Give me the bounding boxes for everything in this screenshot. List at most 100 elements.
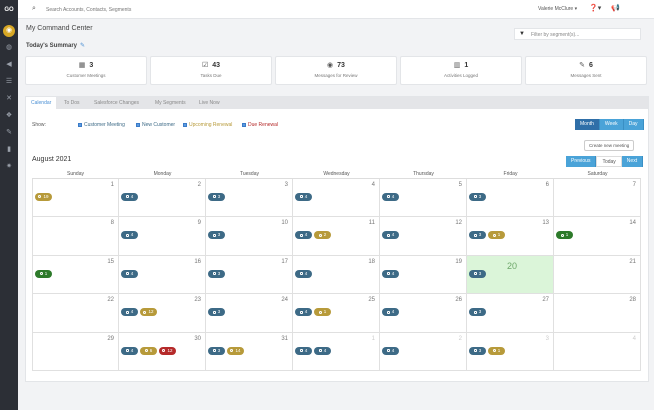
legend-item[interactable]: Due Renewal <box>242 122 278 128</box>
event-badge-meet[interactable]: 4 <box>121 269 138 278</box>
event-badge-meet[interactable]: 3 <box>469 193 486 201</box>
event-badge-green[interactable]: 1 <box>35 269 52 278</box>
calendar-day-cell[interactable]: 54 <box>380 179 467 218</box>
calendar-day-cell[interactable]: 28 <box>554 294 641 333</box>
legend-checkbox[interactable] <box>136 122 140 127</box>
calendar-day-cell[interactable]: 331 <box>467 332 554 371</box>
calendar-day-cell[interactable]: 17 3 <box>206 255 293 295</box>
calendar-day-cell[interactable]: 19 4 <box>380 255 467 295</box>
calendar-day-cell[interactable]: 24 <box>119 179 206 218</box>
calendar-day-cell[interactable]: 14 1 <box>554 217 641 256</box>
calendar-day-cell[interactable]: 33 <box>206 179 293 218</box>
event-badge-meet[interactable]: 3 <box>469 231 486 240</box>
event-badge-gold[interactable]: 19 <box>35 193 52 201</box>
event-badge-meet[interactable]: 4 <box>121 308 138 317</box>
calendar-day-cell[interactable]: 27 3 <box>467 294 554 333</box>
calendar-day-cell[interactable]: 25 4 1 <box>293 294 380 333</box>
calendar-day-cell[interactable]: 94 <box>119 217 206 256</box>
calendar-day-cell[interactable]: 24 3 <box>206 294 293 333</box>
segment-filter[interactable]: ▼ Filter by segment(s)... <box>514 28 641 40</box>
event-badge-meet[interactable]: 3 <box>469 269 486 278</box>
calendar-day-cell[interactable]: 15 1 <box>32 255 119 295</box>
tab-to-dos[interactable]: To Dos <box>59 97 85 109</box>
event-badge-meet[interactable]: 3 <box>208 269 225 278</box>
view-week-button[interactable]: Week <box>599 119 624 130</box>
event-badge-meet[interactable]: 3 <box>469 346 486 355</box>
event-badge-gold[interactable]: 14 <box>227 346 244 355</box>
event-badge-meet[interactable]: 4 <box>295 193 312 201</box>
settings-icon[interactable]: ✷ <box>5 163 13 171</box>
legend-checkbox[interactable] <box>78 122 82 127</box>
search-input[interactable] <box>46 5 346 14</box>
previous-button[interactable]: Previous <box>566 156 597 167</box>
help-icon[interactable]: ❓▾ <box>589 4 601 12</box>
event-badge-red[interactable]: 12 <box>159 346 176 355</box>
view-month-button[interactable]: Month <box>575 119 600 130</box>
calendar-day-cell[interactable]: 18 4 <box>293 255 380 295</box>
event-badge-meet[interactable]: 4 <box>382 346 399 355</box>
event-badge-meet[interactable]: 4 <box>382 231 399 240</box>
event-badge-meet[interactable]: 4 <box>382 308 399 317</box>
calendar-day-cell[interactable]: 7 <box>554 179 641 218</box>
calendar-day-cell[interactable]: 10 3 <box>206 217 293 256</box>
event-badge-meet[interactable]: 4 <box>121 193 138 201</box>
tab-live-now[interactable]: Live Now <box>194 97 225 109</box>
calendar-day-cell[interactable]: 63 <box>467 179 554 218</box>
calendar-day-cell[interactable]: 26 4 <box>380 294 467 333</box>
summary-card[interactable]: ☑ 43 Tasks Due <box>150 56 272 85</box>
create-meeting-button[interactable]: Create new meeting <box>584 140 635 151</box>
calendar-day-cell[interactable]: 16 4 <box>119 255 206 295</box>
view-day-button[interactable]: Day <box>623 119 644 130</box>
event-badge-meet[interactable]: 3 <box>208 308 225 317</box>
calendar-day-cell[interactable]: 20 3 <box>467 255 554 295</box>
legend-item[interactable]: Upcoming Renewal <box>183 122 232 128</box>
event-badge-gold[interactable]: 1 <box>488 346 505 355</box>
legend-checkbox[interactable] <box>183 122 187 127</box>
summary-card[interactable]: ▦ 3 Customer Meetings <box>25 56 147 85</box>
summary-card[interactable]: ✎ 6 Messages Sent <box>525 56 647 85</box>
event-badge-meet[interactable]: 4 <box>382 193 399 201</box>
tab-calendar[interactable]: Calendar <box>26 97 57 109</box>
event-badge-gold[interactable]: 1 <box>314 308 331 317</box>
legend-checkbox[interactable] <box>242 122 246 127</box>
swap-icon[interactable]: ✕ <box>5 95 13 103</box>
event-badge-meet[interactable]: 4 <box>314 346 331 355</box>
contacts-icon[interactable]: ☰ <box>5 78 13 86</box>
calendar-day-cell[interactable]: 30 4 6 12 <box>119 332 206 371</box>
legend-item[interactable]: New Customer <box>136 122 175 128</box>
summary-card[interactable]: ▥ 1 Activities Logged <box>400 56 522 85</box>
tab-my-segments[interactable]: My Segments <box>150 97 191 109</box>
legend-item[interactable]: Customer Meeting <box>78 122 125 128</box>
dashboard-icon[interactable]: ◉ <box>3 25 15 37</box>
event-badge-meet[interactable]: 4 <box>121 231 138 240</box>
calendar-day-cell[interactable]: 24 <box>380 332 467 371</box>
event-badge-meet[interactable]: 4 <box>382 269 399 278</box>
calendar-day-cell[interactable]: 8 <box>32 217 119 256</box>
event-badge-gold[interactable]: 12 <box>140 308 157 317</box>
event-badge-meet[interactable]: 4 <box>295 346 312 355</box>
calendar-day-cell[interactable]: 1 19 <box>32 179 119 218</box>
globe-icon[interactable]: ◍ <box>5 44 13 52</box>
calendar-day-cell[interactable]: 13 3 1 <box>467 217 554 256</box>
event-badge-meet[interactable]: 4 <box>295 308 312 317</box>
user-menu[interactable]: Valerie McClure ▾ <box>538 6 577 12</box>
event-badge-meet[interactable]: 3 <box>208 346 225 355</box>
today-button[interactable]: Today <box>596 156 622 167</box>
event-badge-meet[interactable]: 3 <box>208 231 225 240</box>
event-badge-gold[interactable]: 2 <box>314 231 331 240</box>
calendar-day-cell[interactable]: 22 <box>32 294 119 333</box>
calendar-day-cell[interactable]: 4 <box>554 332 641 371</box>
calendar-day-cell[interactable]: 12 4 <box>380 217 467 256</box>
report-icon[interactable]: ▮ <box>5 146 13 154</box>
event-badge-meet[interactable]: 4 <box>121 346 138 355</box>
event-badge-gold[interactable]: 1 <box>488 231 505 240</box>
tag-icon[interactable]: ❖ <box>5 112 13 120</box>
calendar-day-cell[interactable]: 31 3 14 <box>206 332 293 371</box>
event-badge-meet[interactable]: 3 <box>469 308 486 317</box>
app-logo[interactable]: GO <box>2 4 16 16</box>
calendar-day-cell[interactable]: 23 4 12 <box>119 294 206 333</box>
event-badge-meet[interactable]: 4 <box>295 231 312 240</box>
calendar-day-cell[interactable]: 29 <box>32 332 119 371</box>
calendar-day-cell[interactable]: 144 <box>293 332 380 371</box>
event-badge-meet[interactable]: 4 <box>295 269 312 278</box>
